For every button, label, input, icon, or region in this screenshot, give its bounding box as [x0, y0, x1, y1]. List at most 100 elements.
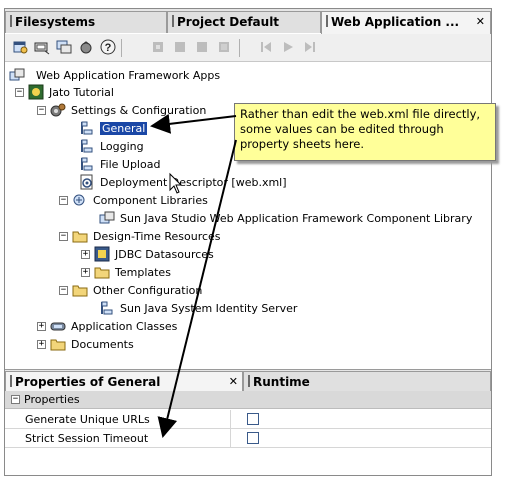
- strict-session-timeout-checkbox[interactable]: [247, 432, 259, 444]
- tree-label-jdbc: JDBC Datasources: [115, 247, 214, 261]
- tree-label-logging: Logging: [100, 139, 144, 153]
- folder-icon: [72, 282, 88, 298]
- component-icon: [34, 42, 50, 55]
- annotation-callout: Rather than edit the web.xml file direct…: [234, 103, 496, 161]
- tab-marker: [10, 15, 12, 27]
- tree-node-documents[interactable]: + Documents: [37, 336, 134, 352]
- page-button[interactable]: [55, 38, 73, 56]
- tree-node-identity-server[interactable]: Sun Java System Identity Server: [99, 300, 297, 316]
- toolbar-separator: [121, 39, 122, 57]
- settings-gear-icon: [50, 102, 66, 118]
- tab-filesystems[interactable]: Filesystems: [5, 11, 167, 33]
- tree-node-jdbc[interactable]: + JDBC Datasources: [81, 246, 214, 262]
- project-icon: [28, 84, 44, 100]
- tree-node-other-config[interactable]: − Other Configuration: [59, 282, 202, 298]
- tab-runtime-label: Runtime: [253, 375, 310, 389]
- disabled-4-icon: [219, 42, 229, 52]
- tree-label-file-upload: File Upload: [100, 157, 161, 171]
- tab-marker: [248, 375, 250, 387]
- tree-node-jato-tutorial[interactable]: − Jato Tutorial: [15, 84, 114, 100]
- disabled-button-1[interactable]: [149, 38, 167, 56]
- tab-runtime[interactable]: Runtime: [243, 371, 491, 392]
- tree-label-component-library: Sun Java Studio Web Application Framewor…: [120, 211, 473, 225]
- new-wizard-icon: [13, 41, 28, 54]
- tree-node-settings[interactable]: − Settings & Configuration: [37, 102, 206, 118]
- tree-node-component-libraries[interactable]: − Component Libraries: [59, 192, 208, 208]
- tree-node-deployment-descriptor[interactable]: Deployment Descriptor [web.xml]: [79, 174, 287, 190]
- tree-node-templates[interactable]: + Templates: [81, 264, 171, 280]
- svg-text:?: ?: [105, 42, 112, 54]
- tab-project-default[interactable]: Project Default: [167, 11, 321, 33]
- expand-toggle[interactable]: +: [81, 249, 90, 259]
- tree-node-design-time[interactable]: − Design-Time Resources: [59, 228, 221, 244]
- property-row-strict-session-timeout: Strict Session Timeout: [5, 428, 491, 448]
- tab-project-default-label: Project Default: [177, 15, 280, 29]
- generate-unique-urls-checkbox[interactable]: [247, 413, 259, 425]
- properties-section-label: Properties: [24, 393, 80, 406]
- close-icon[interactable]: ✕: [476, 15, 485, 28]
- property-sheet-icon: [79, 156, 95, 172]
- tree-node-general[interactable]: General: [79, 120, 148, 136]
- disabled-button-2[interactable]: [171, 38, 189, 56]
- tree-label-documents: Documents: [71, 337, 134, 351]
- step-back-button[interactable]: [257, 38, 275, 56]
- xml-document-icon: [79, 174, 95, 190]
- property-name: Strict Session Timeout: [5, 428, 231, 448]
- properties-section-header[interactable]: − Properties: [5, 391, 491, 409]
- collapse-toggle[interactable]: −: [59, 195, 68, 205]
- step-forward-icon: [305, 42, 315, 52]
- tree-label-general: General: [100, 121, 148, 135]
- play-button[interactable]: [279, 38, 297, 56]
- tree-label-root: Web Application Framework Apps: [36, 68, 221, 82]
- disabled-button-3[interactable]: [193, 38, 211, 56]
- expand-toggle[interactable]: +: [81, 267, 90, 277]
- disabled-1-icon: [153, 42, 163, 52]
- ide-window: Filesystems Project Default Web Applicat…: [4, 8, 492, 476]
- page-icon: [56, 40, 72, 54]
- collapse-toggle[interactable]: −: [15, 87, 24, 97]
- tree-node-file-upload[interactable]: File Upload: [79, 156, 160, 172]
- component-button[interactable]: [33, 38, 51, 56]
- collapse-toggle[interactable]: −: [59, 285, 68, 295]
- new-wizard-button[interactable]: [11, 38, 29, 56]
- tree-label-templates: Templates: [115, 265, 171, 279]
- property-sheet-icon: [99, 300, 115, 316]
- tree-node-logging[interactable]: Logging: [79, 138, 144, 154]
- component-library-icon: [99, 210, 115, 226]
- tree-label-other-config: Other Configuration: [93, 283, 203, 297]
- close-icon[interactable]: ✕: [229, 375, 238, 388]
- tree-node-application-classes[interactable]: + Application Classes: [37, 318, 177, 334]
- collapse-toggle[interactable]: −: [11, 395, 20, 404]
- bean-button[interactable]: [77, 38, 95, 56]
- property-name: Generate Unique URLs: [5, 409, 231, 429]
- folder-icon: [72, 228, 88, 244]
- expand-toggle[interactable]: +: [37, 339, 46, 349]
- folder-icon: [50, 336, 66, 352]
- tree-node-component-library[interactable]: Sun Java Studio Web Application Framewor…: [99, 210, 472, 226]
- collapse-toggle[interactable]: −: [59, 231, 68, 241]
- property-row-generate-unique-urls: Generate Unique URLs: [5, 409, 491, 429]
- disabled-3-icon: [197, 42, 207, 52]
- properties-tabstrip: Properties of General ✕ Runtime: [5, 369, 491, 392]
- tree-node-root[interactable]: Web Application Framework Apps: [9, 67, 220, 83]
- tab-web-application[interactable]: Web Application ... ✕: [321, 11, 491, 34]
- help-button[interactable]: ?: [99, 38, 117, 56]
- step-forward-button[interactable]: [301, 38, 319, 56]
- disabled-2-icon: [175, 42, 185, 52]
- tab-properties-of-general[interactable]: Properties of General ✕: [5, 371, 243, 392]
- disabled-button-4[interactable]: [215, 38, 233, 56]
- property-sheet-icon: [79, 120, 95, 136]
- bean-icon: [80, 41, 92, 54]
- tree-label-deployment-descriptor: Deployment Descriptor [web.xml]: [100, 175, 287, 189]
- explorer-tabstrip: Filesystems Project Default Web Applicat…: [5, 9, 491, 34]
- collapse-toggle[interactable]: −: [37, 105, 46, 115]
- expand-toggle[interactable]: +: [37, 321, 46, 331]
- tab-marker: [326, 15, 328, 27]
- play-icon: [284, 42, 293, 52]
- library-icon: [72, 192, 88, 208]
- tree-label-application-classes: Application Classes: [71, 319, 178, 333]
- folder-icon: [94, 264, 110, 280]
- properties-panel: Properties of General ✕ Runtime − Proper…: [5, 369, 491, 475]
- tree-label-component-libraries: Component Libraries: [93, 193, 208, 207]
- tree-label-settings: Settings & Configuration: [71, 103, 207, 117]
